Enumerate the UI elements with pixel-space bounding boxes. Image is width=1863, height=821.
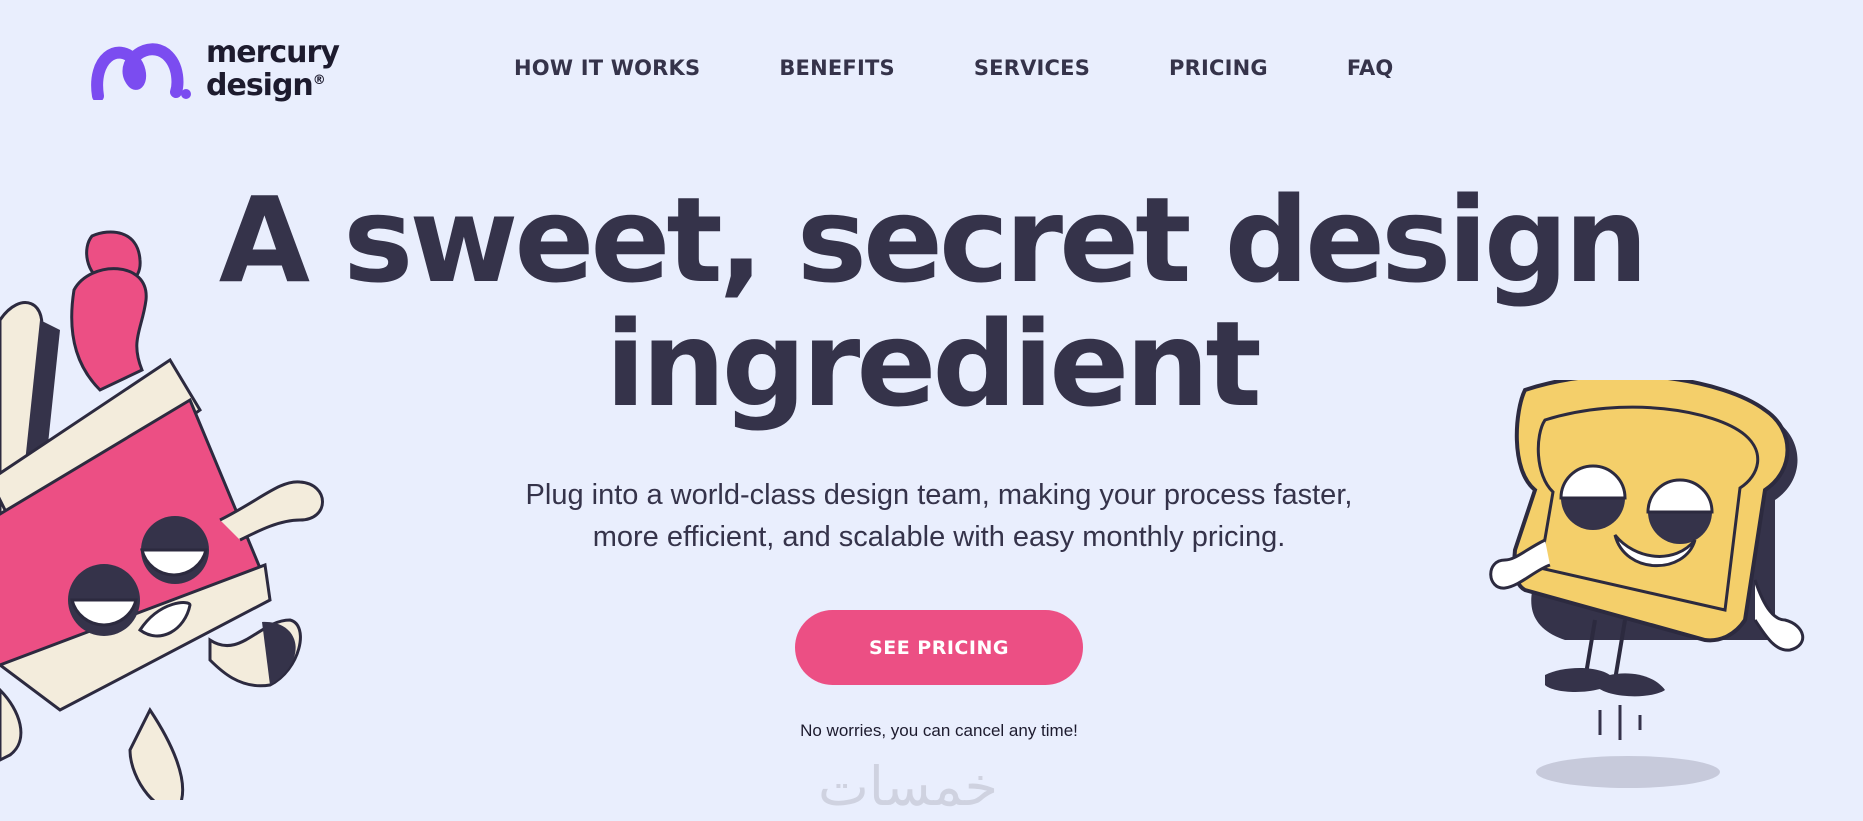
watermark-text: خمسات xyxy=(818,755,999,818)
brand-wordmark: mercury design® xyxy=(206,34,340,103)
subtext-line2: more efficient, and scalable with easy m… xyxy=(592,521,1286,553)
nav-benefits[interactable]: BENEFITS xyxy=(779,56,894,80)
brand-logo[interactable]: mercury design® xyxy=(88,34,340,103)
brand-line2: design xyxy=(206,67,314,103)
nav-faq[interactable]: FAQ xyxy=(1347,56,1394,80)
registered-mark: ® xyxy=(312,72,326,88)
nav-services[interactable]: SERVICES xyxy=(974,56,1090,80)
hero-headline: A sweet, secret design ingredient xyxy=(0,178,1863,426)
nav-how-it-works[interactable]: HOW IT WORKS xyxy=(514,56,700,80)
headline-line1: A sweet, secret design xyxy=(218,171,1649,309)
cancel-note: No worries, you can cancel any time! xyxy=(800,721,1078,740)
main-nav: HOW IT WORKS BENEFITS SERVICES PRICING F… xyxy=(514,56,1393,80)
subtext-line1: Plug into a world-class design team, mak… xyxy=(525,479,1353,511)
nav-pricing[interactable]: PRICING xyxy=(1169,56,1268,80)
hero-subtext: Plug into a world-class design team, mak… xyxy=(0,474,1863,558)
logo-mark-icon xyxy=(91,43,191,100)
brand-line1: mercury xyxy=(206,34,340,70)
headline-line2: ingredient xyxy=(605,295,1262,433)
see-pricing-button[interactable]: SEE PRICING xyxy=(795,610,1083,685)
